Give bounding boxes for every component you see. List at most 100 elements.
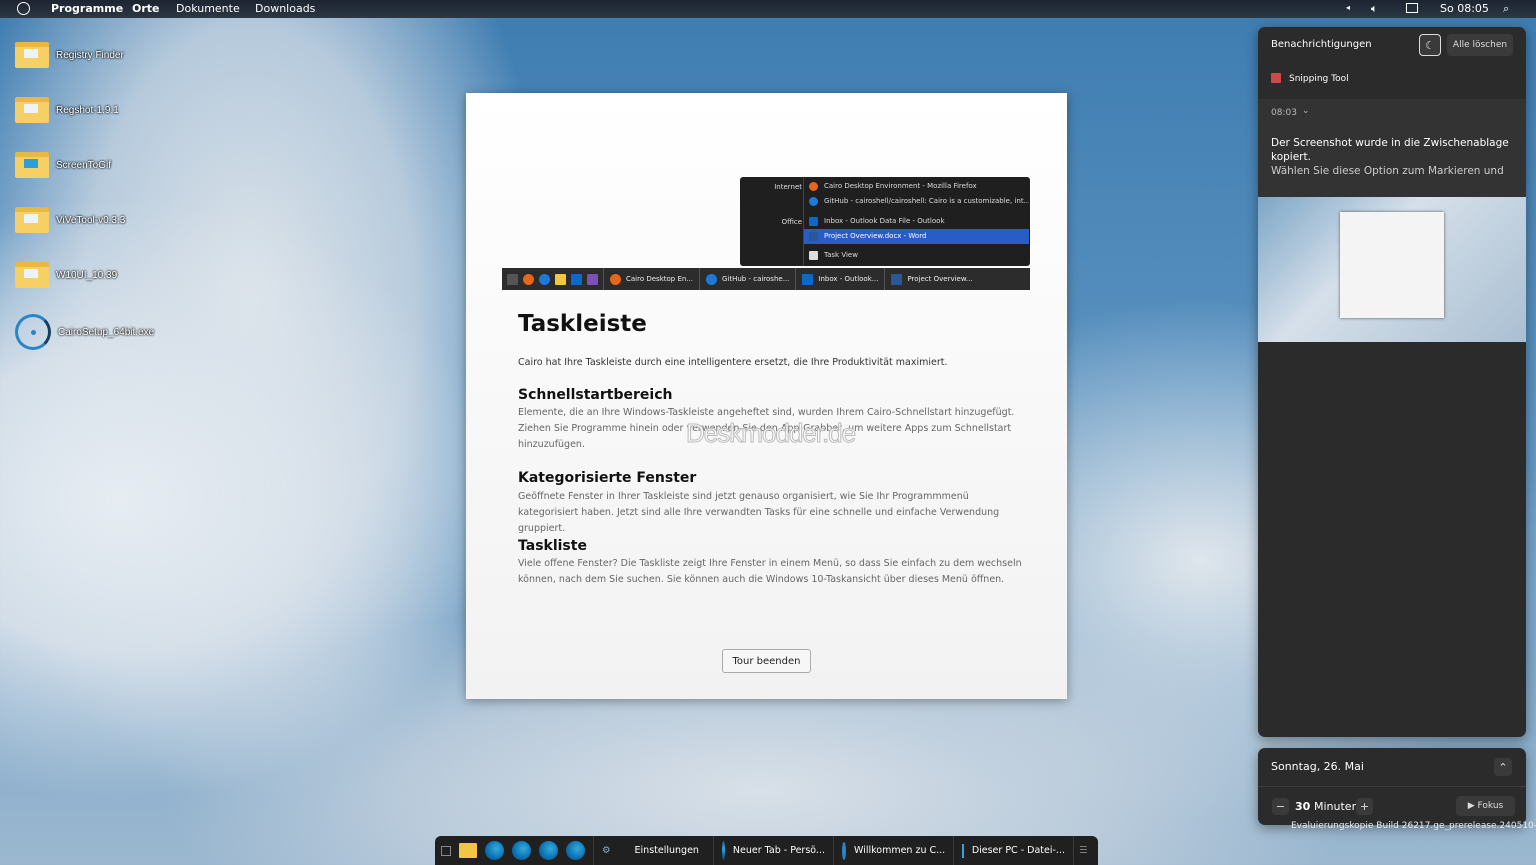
desktop-icon[interactable]: Regshot-1.9.1 [15, 90, 255, 130]
taskbar-window-button[interactable]: ⚙ Einstellungen [593, 836, 713, 865]
desktop-icon[interactable]: W10UI_10.39 [15, 255, 255, 295]
clock[interactable]: So 08:05 [1440, 2, 1489, 15]
watermark: Deskmodder.de [685, 418, 856, 449]
menu-downloads[interactable]: Downloads [255, 2, 315, 15]
task-item: Task View [804, 248, 1029, 263]
desktop-icon [507, 273, 518, 285]
task-item: Project Overview.docx - Word [804, 229, 1029, 244]
date-label: Sonntag, 26. Mai [1271, 760, 1364, 773]
section-heading: Taskliste [518, 538, 587, 554]
build-watermark: Evaluierungskopie Build 26217.ge_prerele… [1291, 821, 1536, 831]
edge-icon[interactable] [566, 841, 585, 860]
task-item: Cairo Desktop Environment - Mozilla Fire… [804, 179, 1029, 194]
task-item: GitHub - cairoshell/cairoshell: Cairo is… [804, 194, 1029, 209]
preview-task-button: Cairo Desktop En... [603, 268, 699, 290]
category-label: Internet [774, 183, 802, 191]
do-not-disturb-button[interactable]: ☾ [1419, 34, 1441, 56]
search-icon[interactable]: ⌕ [1503, 2, 1509, 16]
desktop-icon[interactable]: ViVeTool-v0.3.3 [15, 200, 255, 240]
edge-canary-icon[interactable] [512, 841, 531, 860]
folder-icon [15, 262, 49, 288]
edge-icon [722, 841, 725, 860]
welcome-tour-dialog: Internet Office Cairo Desktop Environmen… [466, 93, 1067, 699]
clear-all-button[interactable]: Alle löschen [1447, 34, 1513, 56]
section-text: Geöffnete Fenster in Ihrer Taskleiste si… [518, 491, 1000, 534]
this-pc-icon [962, 843, 964, 858]
desktop-icon-label: ViVeTool-v0.3.3 [56, 214, 126, 226]
chevron-down-icon[interactable]: ⌄ [1302, 106, 1310, 116]
screenshot-thumbnail[interactable] [1258, 197, 1526, 342]
taskbar-window-button[interactable]: Neuer Tab - Persö... [713, 836, 833, 865]
app-name: Snipping Tool [1289, 74, 1349, 84]
file-explorer-icon[interactable] [459, 843, 477, 858]
show-desktop-icon[interactable] [441, 845, 451, 856]
menu-dokumente[interactable]: Dokumente [176, 2, 240, 15]
section-heading: Schnellstartbereich [518, 387, 673, 403]
task-view-icon [809, 251, 818, 260]
focus-button[interactable]: ▶ Fokus [1456, 796, 1515, 816]
category-label: Office [781, 218, 802, 226]
notification-message: Der Screenshot wurde in die Zwischenabla… [1271, 137, 1509, 163]
desktop-icon-label: CairoSetup_64bit.exe [58, 326, 155, 338]
desktop-icon[interactable]: ScreenToGif [15, 145, 255, 185]
menu-orte[interactable]: Orte [132, 2, 160, 15]
tray-expand-icon[interactable]: ◂ [1346, 3, 1350, 12]
snipping-tool-icon [1271, 73, 1281, 83]
folder-icon [15, 152, 49, 178]
visual-studio-icon [587, 273, 598, 285]
firefox-icon [523, 273, 534, 285]
end-tour-button[interactable]: Tour beenden [722, 649, 811, 673]
focus-minutes: 30 [1295, 800, 1311, 813]
cairo-menu-icon[interactable] [17, 2, 30, 15]
notification-card[interactable]: 08:03 ⌄ Der Screenshot wurde in die Zwis… [1258, 99, 1526, 197]
preview-task-button: Inbox - Outlook... [795, 268, 884, 290]
page-title: Taskleiste [518, 311, 647, 337]
action-center-icon[interactable] [1406, 3, 1418, 13]
preview-task-menu: Internet Office Cairo Desktop Environmen… [740, 177, 1030, 266]
taskbar-window-button[interactable]: Dieser PC - Datei-... [953, 836, 1073, 865]
folder-icon [15, 42, 49, 68]
preview-task-button: GitHub - cairoshe... [698, 268, 795, 290]
intro-text: Cairo hat Ihre Taskleiste durch eine int… [518, 357, 948, 368]
task-item: Inbox - Outlook Data File - Outlook [804, 214, 1029, 229]
desktop-icon[interactable]: CairoSetup_64bit.exe [15, 312, 255, 352]
volume-icon[interactable]: 🔈︎ [1371, 2, 1378, 16]
edge-beta-icon[interactable] [485, 841, 504, 860]
taskbar-window-button[interactable]: Willkommen zu C... [833, 836, 953, 865]
notification-subtext: Wählen Sie diese Option zum Markieren un… [1271, 165, 1504, 177]
notifications-title: Benachrichtigungen [1271, 39, 1372, 50]
menu-bar: Programme Orte Dokumente Downloads ◂ 🔈︎ … [0, 0, 1536, 18]
chevron-up-icon[interactable]: ⌃ [1494, 758, 1512, 776]
task-list-icon[interactable]: ☰ [1073, 836, 1093, 865]
folder-icon [15, 97, 49, 123]
edge-icon [539, 273, 550, 285]
folder-icon [15, 207, 49, 233]
notification-time: 08:03 [1271, 108, 1297, 118]
edge-dev-icon[interactable] [539, 841, 558, 860]
installer-icon [15, 314, 51, 350]
section-text: Viele offene Fenster? Die Taskliste zeig… [518, 558, 1022, 585]
desktop-icon[interactable]: Registry Finder [15, 35, 255, 75]
settings-gear-icon: ⚙ [602, 845, 611, 856]
preview-task-button: Project Overview... [884, 268, 978, 290]
taskbar: ⚙ Einstellungen Neuer Tab - Persö... Will… [435, 836, 1098, 865]
desktop-icon-label: W10UI_10.39 [56, 269, 118, 281]
minutes-label: Minuten [1314, 800, 1359, 813]
calendar-panel: Sonntag, 26. Mai ⌃ − 30 Minuten + ▶ Foku… [1258, 748, 1526, 825]
notification-center: Benachrichtigungen ☾ Alle löschen Snippi… [1258, 27, 1526, 737]
word-icon [809, 232, 818, 241]
preview-taskbar: Cairo Desktop En... GitHub - cairoshe...… [502, 268, 1030, 290]
desktop-icon-label: Registry Finder [56, 49, 124, 61]
edge-icon [809, 197, 818, 206]
decrease-minutes-button[interactable]: − [1272, 798, 1289, 815]
explorer-icon [555, 273, 566, 285]
section-heading: Kategorisierte Fenster [518, 470, 697, 486]
outlook-icon [571, 273, 582, 285]
firefox-icon [809, 182, 818, 191]
outlook-icon [809, 217, 818, 226]
desktop-icon-label: Regshot-1.9.1 [56, 104, 119, 116]
menu-programme[interactable]: Programme [51, 2, 123, 15]
desktop-icon-label: ScreenToGif [56, 159, 112, 171]
cairo-icon [842, 841, 846, 860]
increase-minutes-button[interactable]: + [1356, 798, 1373, 815]
